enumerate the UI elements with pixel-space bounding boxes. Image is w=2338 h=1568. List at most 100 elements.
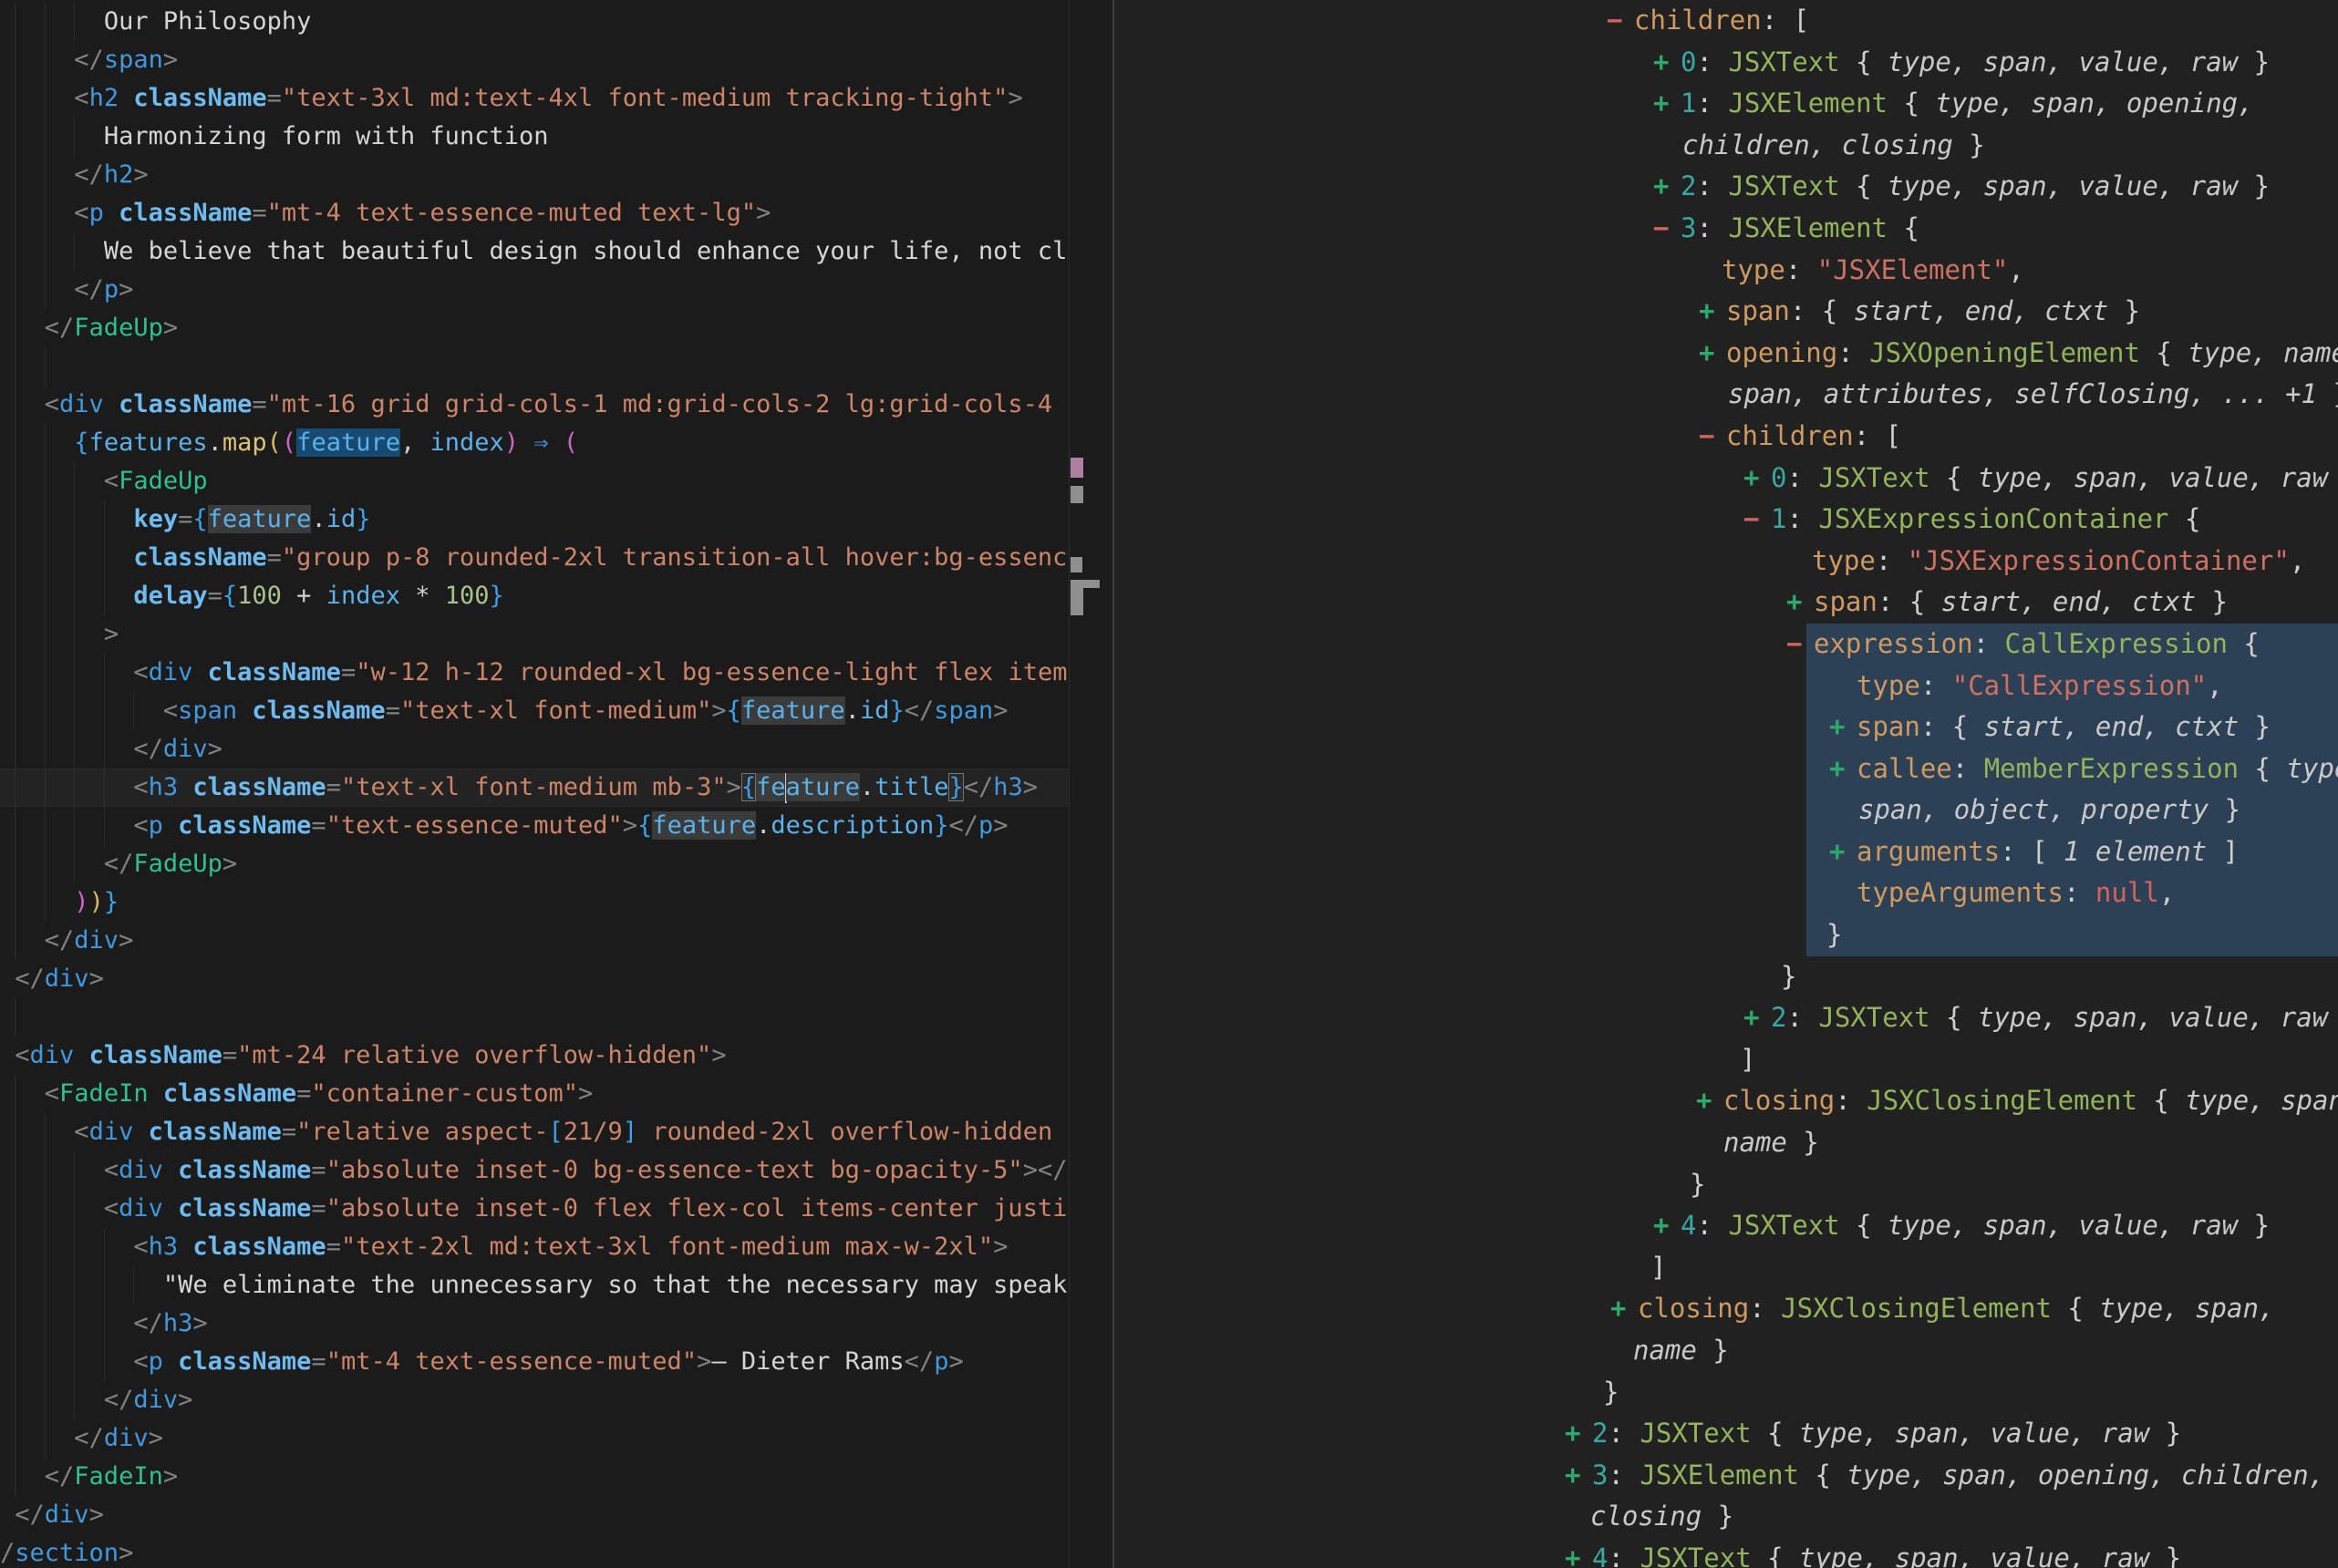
expand-toggle-icon[interactable]: + [1699,333,1726,375]
ast-line[interactable]: +0: JSXText { type, span, value, raw } [1114,42,2338,84]
expand-toggle-icon[interactable]: + [1653,166,1681,208]
code-line[interactable]: <h3 className="text-2xl md:text-3xl font… [0,1228,1069,1266]
expand-toggle-icon[interactable]: + [1565,1538,1592,1568]
ast-line[interactable]: +0: JSXText { type, span, value, raw } [1114,458,2338,500]
code-line[interactable]: </span> [0,41,1069,79]
ast-line[interactable]: type: "JSXExpressionContainer", [1114,541,2338,583]
code-line[interactable]: delay={100 + index * 100} [0,577,1069,615]
code-line-current[interactable]: <h3 className="text-xl font-medium mb-3"… [0,769,1069,807]
ast-line[interactable]: } [1114,956,2338,998]
code-line[interactable]: ))} [0,883,1069,922]
ast-line[interactable]: +span: { start, end, ctxt } [1114,291,2338,333]
code-line[interactable] [0,998,1069,1037]
code-line[interactable]: <FadeIn className="container-custom"> [0,1075,1069,1113]
code-line[interactable]: </div> [0,922,1069,960]
code-line[interactable]: <h2 className="text-3xl md:text-4xl font… [0,79,1069,118]
ast-line[interactable]: +3: JSXElement { type, span, opening, ch… [1114,1455,2338,1497]
minimap[interactable] [1069,0,1113,1568]
code-line[interactable]: </FadeIn> [0,1458,1069,1496]
ast-line[interactable]: +2: JSXText { type, span, value, raw } [1114,997,2338,1039]
code-line[interactable]: <div className="mt-24 relative overflow-… [0,1037,1069,1075]
ast-line[interactable]: ] [1114,1247,2338,1289]
code-line[interactable]: > [0,615,1069,654]
ast-line[interactable]: span, object, property } [1114,789,2338,831]
code-line[interactable]: "We eliminate the unnecessary so that th… [0,1266,1069,1305]
ast-line[interactable]: +span: { start, end, ctxt } [1114,582,2338,624]
expand-toggle-icon[interactable]: + [1829,831,1857,873]
ast-line[interactable]: +1: JSXElement { type, span, opening, [1114,83,2338,125]
code-line[interactable]: <div className="absolute inset-0 flex fl… [0,1190,1069,1228]
code-line[interactable]: <p className="text-essence-muted">{featu… [0,807,1069,845]
ast-line[interactable]: −3: JSXElement { [1114,208,2338,250]
ast-line[interactable]: +2: JSXText { type, span, value, raw } [1114,166,2338,208]
ast-line[interactable]: typeArguments: null, [1114,872,2338,914]
ast-line[interactable]: +2: JSXText { type, span, value, raw } [1114,1413,2338,1455]
ast-line[interactable]: } [1114,1164,2338,1206]
code-line[interactable]: /section> [0,1534,1069,1568]
code-line[interactable]: <span className="text-xl font-medium">{f… [0,692,1069,730]
ast-line[interactable]: +opening: JSXOpeningElement { type, name… [1114,333,2338,375]
collapse-toggle-icon[interactable]: − [1699,416,1726,458]
ast-line[interactable]: +4: JSXText { type, span, value, raw } [1114,1205,2338,1247]
ast-line[interactable]: +callee: MemberExpression { type, [1114,748,2338,790]
ast-line[interactable]: −children: [ [1114,0,2338,42]
code-line[interactable]: <div className="w-12 h-12 rounded-xl bg-… [0,654,1069,692]
ast-line[interactable]: children, closing } [1114,125,2338,167]
ast-panel[interactable]: −children: [+0: JSXText { type, span, va… [1114,0,2338,1568]
expand-toggle-icon[interactable]: + [1786,582,1814,624]
collapse-toggle-icon[interactable]: − [1786,624,1814,665]
ast-line[interactable]: +closing: JSXClosingElement { type, span… [1114,1080,2338,1122]
expand-toggle-icon[interactable]: + [1610,1288,1638,1330]
ast-line[interactable]: } [1114,914,2338,956]
ast-line[interactable]: +arguments: [ 1 element ] [1114,831,2338,873]
code-line[interactable] [0,347,1069,386]
code-line[interactable]: </div> [0,1496,1069,1534]
code-line[interactable]: <div className="mt-16 grid grid-cols-1 m… [0,386,1069,424]
ast-line[interactable]: } [1114,1372,2338,1414]
ast-line[interactable]: type: "CallExpression", [1114,665,2338,707]
code-line[interactable]: </p> [0,271,1069,309]
ast-line[interactable]: name } [1114,1122,2338,1164]
ast-line[interactable]: −1: JSXExpressionContainer { [1114,499,2338,541]
expand-toggle-icon[interactable]: + [1829,748,1857,790]
code-line[interactable]: <div className="relative aspect-[21/9] r… [0,1113,1069,1151]
code-line[interactable]: <p className="mt-4 text-essence-muted">—… [0,1343,1069,1381]
ast-line[interactable]: closing } [1114,1496,2338,1538]
ast-line[interactable]: span, attributes, selfClosing, ... +1 } [1114,374,2338,416]
expand-toggle-icon[interactable]: + [1565,1455,1592,1497]
code-line[interactable]: </FadeUp> [0,309,1069,347]
code-line[interactable]: <div className="absolute inset-0 bg-esse… [0,1151,1069,1190]
expand-toggle-icon[interactable]: + [1743,997,1771,1039]
expand-toggle-icon[interactable]: + [1743,458,1771,500]
ast-line[interactable]: −expression: CallExpression { [1114,624,2338,665]
code-line[interactable]: </h2> [0,156,1069,194]
expand-toggle-icon[interactable]: + [1653,1205,1681,1247]
code-line[interactable]: <p className="mt-4 text-essence-muted te… [0,194,1069,232]
expand-toggle-icon[interactable]: + [1696,1080,1723,1122]
code-line[interactable]: <FadeUp [0,462,1069,500]
expand-toggle-icon[interactable]: + [1699,291,1726,333]
ast-line[interactable]: +closing: JSXClosingElement { type, span… [1114,1288,2338,1330]
expand-toggle-icon[interactable]: + [1653,42,1681,84]
code-line[interactable]: </FadeUp> [0,845,1069,883]
collapse-toggle-icon[interactable]: − [1743,499,1771,541]
code-line[interactable]: Our Philosophy [0,3,1069,41]
collapse-toggle-icon[interactable]: − [1607,0,1634,42]
code-line[interactable]: </div> [0,1381,1069,1419]
code-editor-panel[interactable]: Our Philosophy </span> <h2 className="te… [0,0,1069,1568]
expand-toggle-icon[interactable]: + [1829,707,1857,748]
ast-line[interactable]: −children: [ [1114,416,2338,458]
code-line[interactable]: </div> [0,960,1069,998]
ast-line[interactable]: +4: JSXText { type, span, value, raw } [1114,1538,2338,1568]
code-line[interactable]: </h3> [0,1305,1069,1343]
expand-toggle-icon[interactable]: + [1565,1413,1592,1455]
code-line[interactable]: We believe that beautiful design should … [0,232,1069,271]
code-line[interactable]: className="group p-8 rounded-2xl transit… [0,539,1069,577]
ast-line[interactable]: name } [1114,1330,2338,1372]
code-line[interactable]: key={feature.id} [0,500,1069,539]
ast-line[interactable]: type: "JSXElement", [1114,250,2338,292]
ast-line[interactable]: +span: { start, end, ctxt } [1114,707,2338,748]
collapse-toggle-icon[interactable]: − [1653,208,1681,250]
code-line[interactable]: Harmonizing form with function [0,118,1069,156]
code-line[interactable]: {features.map((feature, index) ⇒ ( [0,424,1069,462]
